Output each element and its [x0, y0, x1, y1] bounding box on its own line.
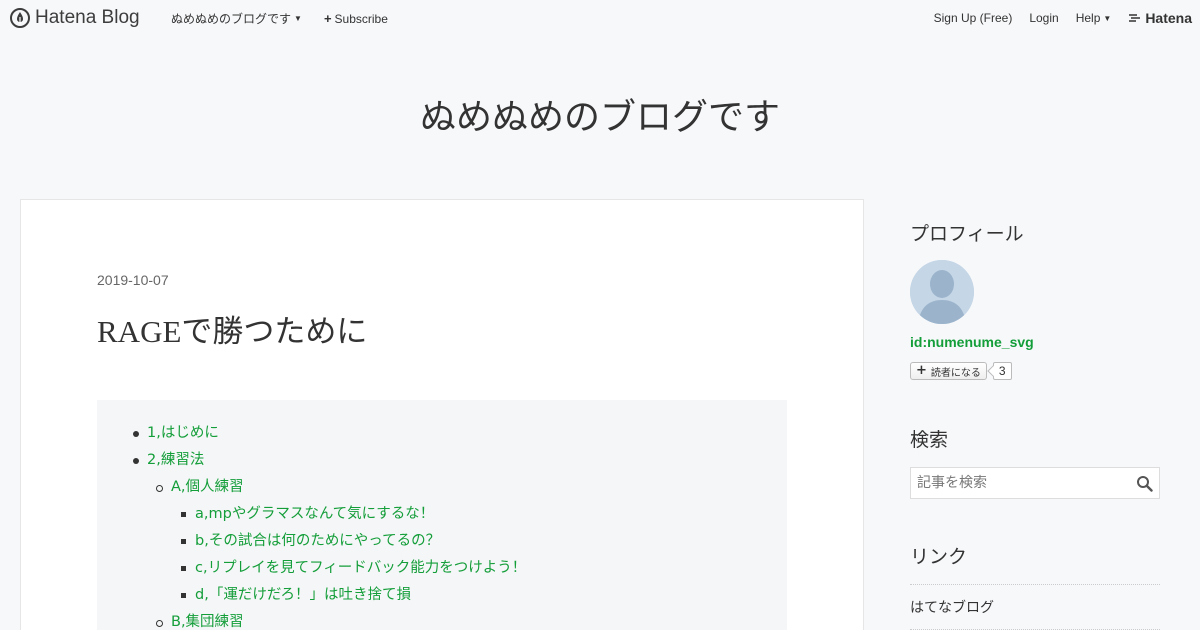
reader-subscribe-row: + 読者になる 3 — [910, 362, 1012, 380]
search-heading: 検索 — [910, 429, 949, 451]
hatena-mark-icon — [1129, 14, 1141, 22]
search-button[interactable] — [1129, 468, 1159, 498]
avatar[interactable] — [910, 260, 974, 324]
search-icon — [1136, 475, 1153, 492]
entry-date[interactable]: 2019-10-07 — [97, 272, 169, 288]
sidebar: プロフィール id:numenume_svg + 読者になる 3 検索 リンク … — [893, 199, 1178, 630]
reader-count-value: 3 — [998, 364, 1006, 378]
blog-menu-label: ぬめぬめのブログです — [171, 12, 292, 26]
caret-down-icon: ▼ — [1103, 13, 1112, 23]
blog-menu-dropdown[interactable]: ぬめぬめのブログです ▼ — [171, 10, 302, 27]
help-dropdown[interactable]: Help ▼ — [1076, 11, 1112, 25]
login-link[interactable]: Login — [1029, 11, 1058, 25]
toc-link[interactable]: c,リプレイを見てフィードバック能力をつけよう！ — [195, 560, 526, 576]
hatena-logo-text: Hatena — [1145, 10, 1192, 26]
toc-link[interactable]: d,「運だけだろ！」は吐き捨て損 — [195, 587, 411, 603]
link-hatena-blog[interactable]: はてなブログ — [910, 597, 994, 617]
toc-item: c,リプレイを見てフィードバック能力をつけよう！ — [97, 555, 787, 582]
toc-link[interactable]: B,集団練習 — [171, 614, 244, 630]
toc-list: 1,はじめに 2,練習法 A,個人練習 a,mpやグラマスなんて気にするな！ b,その試… — [97, 400, 787, 630]
divider — [910, 584, 1160, 585]
become-reader-button[interactable]: + 読者になる — [910, 362, 987, 380]
toc-link[interactable]: 1,はじめに — [147, 425, 219, 441]
help-label: Help — [1075, 11, 1101, 25]
user-avatar-icon — [910, 260, 974, 324]
profile-id-link[interactable]: id:numenume_svg — [910, 334, 1034, 350]
reader-count[interactable]: 3 — [992, 362, 1012, 380]
hatena-blog-logo[interactable]: Hatena Blog — [10, 7, 140, 29]
caret-down-icon: ▼ — [294, 14, 302, 23]
logo-text: Hatena Blog — [35, 7, 140, 28]
toc-item: b,その試合は何のためにやってるの？ — [97, 528, 787, 555]
profile-heading: プロフィール — [910, 223, 1024, 245]
global-header: Hatena Blog ぬめぬめのブログです ▼ + Subscribe Sig… — [0, 0, 1200, 36]
toc-item: A,個人練習 — [97, 474, 787, 501]
toc-item: d,「運だけだろ！」は吐き捨て損 — [97, 582, 787, 609]
entry-article: 2019-10-07 RAGEで勝つために 1,はじめに 2,練習法 A,個人練習 a… — [20, 199, 864, 630]
toc-link[interactable]: b,その試合は何のためにやってるの？ — [195, 533, 440, 549]
toc-link[interactable]: 2,練習法 — [147, 452, 204, 468]
blog-title[interactable]: ぬめぬめのブログです — [0, 88, 1200, 140]
toc-item: 2,練習法 — [97, 447, 787, 474]
search-input[interactable] — [911, 468, 1129, 498]
plus-icon: + — [916, 363, 927, 378]
toc-item: a,mpやグラマスなんて気にするな！ — [97, 501, 787, 528]
toc-item: B,集団練習 — [97, 609, 787, 630]
signup-link[interactable]: Sign Up (Free) — [934, 11, 1013, 25]
plus-icon: + — [323, 10, 332, 26]
toc-link[interactable]: A,個人練習 — [171, 479, 244, 495]
hatena-logo[interactable]: Hatena — [1128, 10, 1192, 26]
links-heading: リンク — [910, 546, 968, 568]
toc-link[interactable]: a,mpやグラマスなんて気にするな！ — [195, 506, 434, 522]
subscribe-button[interactable]: + Subscribe — [324, 10, 388, 27]
search-form — [910, 467, 1160, 499]
table-of-contents: 1,はじめに 2,練習法 A,個人練習 a,mpやグラマスなんて気にするな！ b,その試… — [97, 400, 787, 630]
subscribe-label: Subscribe — [334, 11, 388, 26]
entry-title[interactable]: RAGEで勝つために — [97, 306, 367, 351]
reader-button-label: 読者になる — [930, 367, 981, 379]
toc-item: 1,はじめに — [97, 420, 787, 447]
hatena-blog-pen-icon — [10, 8, 30, 28]
